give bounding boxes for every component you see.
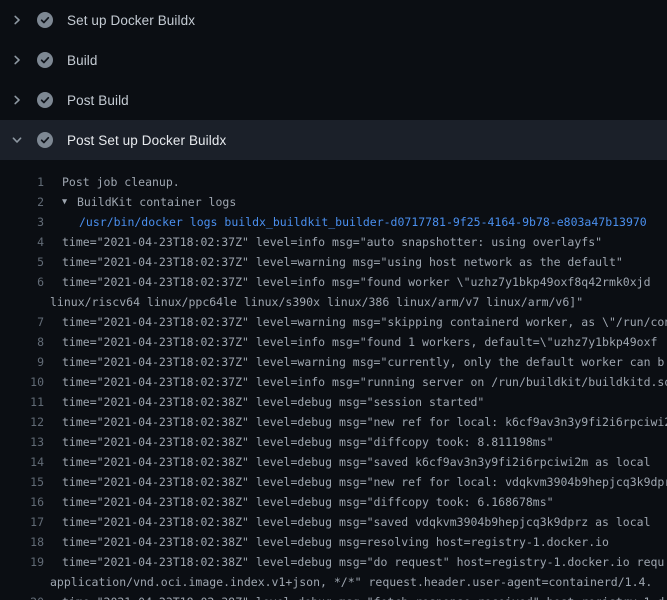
line-number[interactable]: 11 — [0, 392, 44, 412]
line-number[interactable]: 13 — [0, 432, 44, 452]
steps-list: Set up Docker Buildx Build — [0, 0, 667, 160]
line-number[interactable]: 4 — [0, 232, 44, 252]
group-toggle-icon[interactable]: ▼ — [62, 192, 77, 212]
log-line: 5 ▼ time="2021-04-23T18:02:37Z" level=wa… — [0, 252, 667, 272]
line-number[interactable]: 18 — [0, 532, 44, 552]
line-text: time="2021-04-23T18:02:38Z" level=debug … — [62, 592, 664, 600]
log-line: ▼ application/vnd.oci.image.index.v1+jso… — [0, 572, 667, 592]
log-line: ▼ linux/riscv64 linux/ppc64le linux/s390… — [0, 292, 667, 312]
line-text: time="2021-04-23T18:02:38Z" level=debug … — [62, 552, 664, 572]
check-circle-icon — [37, 12, 53, 28]
chevron-down-icon — [11, 134, 23, 146]
log-line: 1 ▼ Post job cleanup. — [0, 172, 667, 192]
line-text: time="2021-04-23T18:02:37Z" level=info m… — [62, 232, 602, 252]
chevron-right-icon — [11, 94, 23, 106]
line-text: time="2021-04-23T18:02:38Z" level=debug … — [62, 412, 667, 432]
line-text: time="2021-04-23T18:02:37Z" level=warnin… — [62, 252, 623, 272]
log-line: 16 ▼ time="2021-04-23T18:02:38Z" level=d… — [0, 492, 667, 512]
log-line: 10 ▼ time="2021-04-23T18:02:37Z" level=i… — [0, 372, 667, 392]
line-number[interactable]: 17 — [0, 512, 44, 532]
line-text: time="2021-04-23T18:02:38Z" level=debug … — [62, 452, 651, 472]
line-number[interactable] — [0, 572, 44, 592]
check-circle-icon — [37, 92, 53, 108]
log-line: 6 ▼ time="2021-04-23T18:02:37Z" level=in… — [0, 272, 667, 292]
line-number[interactable]: 12 — [0, 412, 44, 432]
step-header[interactable]: Post Build — [0, 80, 667, 120]
step-header[interactable]: Post Set up Docker Buildx — [0, 120, 667, 160]
line-number[interactable]: 10 — [0, 372, 44, 392]
line-number[interactable]: 7 — [0, 312, 44, 332]
chevron-right-icon — [11, 14, 23, 26]
line-number[interactable]: 9 — [0, 352, 44, 372]
line-text: time="2021-04-23T18:02:38Z" level=debug … — [62, 492, 554, 512]
line-number[interactable]: 16 — [0, 492, 44, 512]
line-text: time="2021-04-23T18:02:37Z" level=warnin… — [62, 352, 664, 372]
line-number[interactable]: 15 — [0, 472, 44, 492]
line-number[interactable]: 8 — [0, 332, 44, 352]
line-number[interactable] — [0, 292, 44, 312]
line-text: time="2021-04-23T18:02:37Z" level=info m… — [62, 372, 667, 392]
line-text: time="2021-04-23T18:02:38Z" level=debug … — [62, 532, 609, 552]
line-text: time="2021-04-23T18:02:37Z" level=info m… — [62, 332, 657, 352]
line-number[interactable]: 6 — [0, 272, 44, 292]
log-line: 9 ▼ time="2021-04-23T18:02:37Z" level=wa… — [0, 352, 667, 372]
log-line: 7 ▼ time="2021-04-23T18:02:37Z" level=wa… — [0, 312, 667, 332]
check-circle-icon — [37, 52, 53, 68]
log-line: 20 ▼ time="2021-04-23T18:02:38Z" level=d… — [0, 592, 667, 600]
workflow-log-viewer: Set up Docker Buildx Build — [0, 0, 667, 600]
line-text: time="2021-04-23T18:02:38Z" level=debug … — [62, 472, 667, 492]
log-line: 14 ▼ time="2021-04-23T18:02:38Z" level=d… — [0, 452, 667, 472]
step-header[interactable]: Set up Docker Buildx — [0, 0, 667, 40]
line-number[interactable]: 14 — [0, 452, 44, 472]
line-text: time="2021-04-23T18:02:38Z" level=debug … — [62, 512, 651, 532]
line-text: Post job cleanup. — [62, 172, 180, 192]
line-number[interactable]: 2 — [0, 192, 44, 212]
step-title: Set up Docker Buildx — [67, 13, 195, 28]
check-circle-icon — [37, 132, 53, 148]
line-text: time="2021-04-23T18:02:38Z" level=debug … — [62, 432, 554, 452]
step-title: Post Build — [67, 93, 129, 108]
log-line: 11 ▼ time="2021-04-23T18:02:38Z" level=d… — [0, 392, 667, 412]
log-line: 4 ▼ time="2021-04-23T18:02:37Z" level=in… — [0, 232, 667, 252]
step-header[interactable]: Build — [0, 40, 667, 80]
line-text: time="2021-04-23T18:02:37Z" level=info m… — [62, 272, 651, 292]
log-line: 18 ▼ time="2021-04-23T18:02:38Z" level=d… — [0, 532, 667, 552]
line-number[interactable]: 19 — [0, 552, 44, 572]
log-line: 3 ▼ /usr/bin/docker logs buildx_buildkit… — [0, 212, 667, 232]
step-title: Post Set up Docker Buildx — [67, 133, 226, 148]
chevron-right-icon — [11, 54, 23, 66]
line-text: time="2021-04-23T18:02:37Z" level=warnin… — [62, 312, 667, 332]
log-line: 12 ▼ time="2021-04-23T18:02:38Z" level=d… — [0, 412, 667, 432]
line-number[interactable]: 3 — [0, 212, 44, 232]
line-text: BuildKit container logs — [77, 192, 236, 212]
log-line: 19 ▼ time="2021-04-23T18:02:38Z" level=d… — [0, 552, 667, 572]
line-text: /usr/bin/docker logs buildx_buildkit_bui… — [79, 212, 647, 232]
log-rows: 1 ▼ Post job cleanup. 2 ▼ BuildKit conta… — [0, 172, 667, 600]
log-line: 17 ▼ time="2021-04-23T18:02:38Z" level=d… — [0, 512, 667, 532]
line-number[interactable]: 20 — [0, 592, 44, 600]
line-number[interactable]: 5 — [0, 252, 44, 272]
log-line: 15 ▼ time="2021-04-23T18:02:38Z" level=d… — [0, 472, 667, 492]
line-text: application/vnd.oci.image.index.v1+json,… — [50, 572, 652, 592]
log-line: 2 ▼ BuildKit container logs — [0, 192, 667, 212]
line-text: time="2021-04-23T18:02:38Z" level=debug … — [62, 392, 484, 412]
line-text: linux/riscv64 linux/ppc64le linux/s390x … — [50, 292, 583, 312]
line-number[interactable]: 1 — [0, 172, 44, 192]
log-line: 8 ▼ time="2021-04-23T18:02:37Z" level=in… — [0, 332, 667, 352]
log-line: 13 ▼ time="2021-04-23T18:02:38Z" level=d… — [0, 432, 667, 452]
step-title: Build — [67, 53, 98, 68]
log-panel: 1 ▼ Post job cleanup. 2 ▼ BuildKit conta… — [0, 160, 667, 600]
